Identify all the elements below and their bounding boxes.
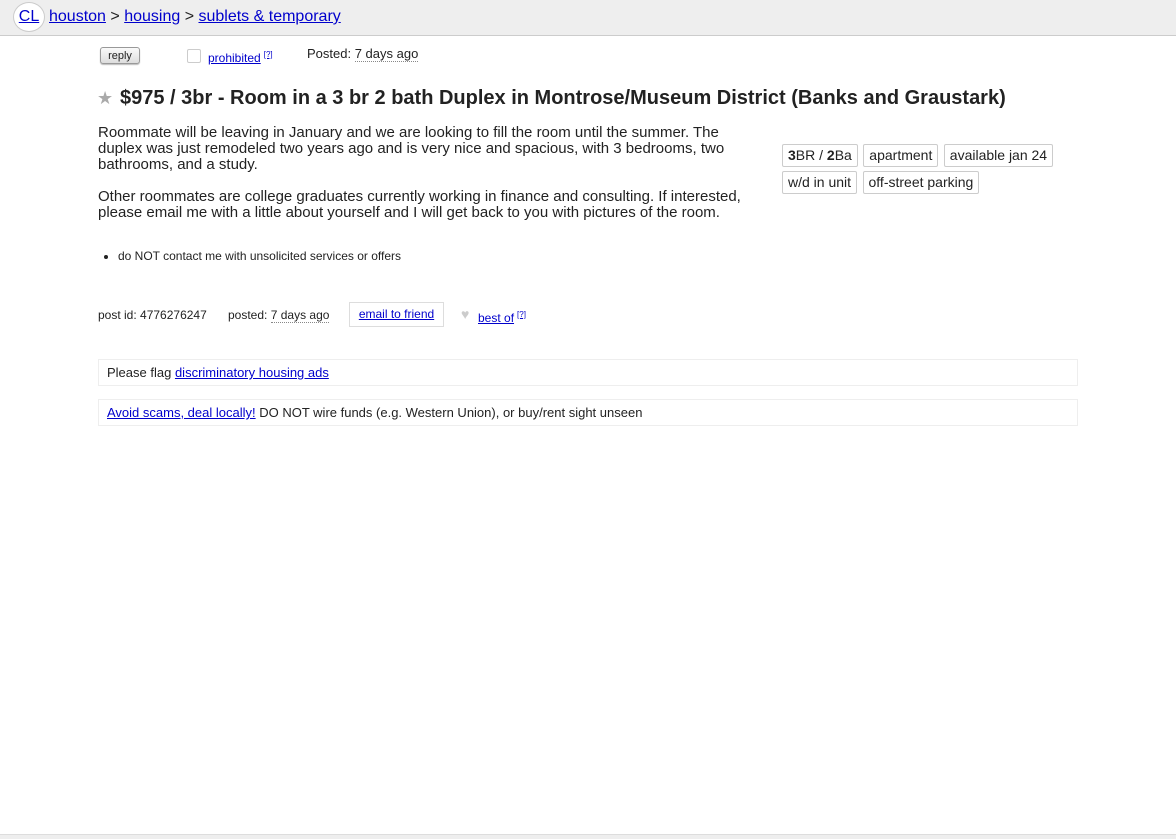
discriminatory-ads-link[interactable]: discriminatory housing ads	[175, 365, 329, 380]
flag-prohibited: prohibited [?]	[208, 47, 273, 66]
attr-parking: off-street parking	[862, 171, 980, 194]
bathroom-count: 2	[826, 147, 835, 163]
avoid-scams-link[interactable]: Avoid scams, deal locally!	[107, 405, 256, 420]
posted-label: Posted:	[307, 46, 352, 61]
email-to-friend-button[interactable]: email to friend	[349, 302, 444, 327]
breadcrumb: houston > housing > sublets & temporary	[49, 7, 341, 27]
breadcrumb-houston[interactable]: houston	[49, 8, 106, 25]
bedroom-count: 3	[788, 147, 796, 163]
flag-help-link[interactable]: [?]	[264, 50, 273, 59]
posted-label: posted:	[228, 308, 268, 322]
attr-bedbath: 3BR / 2Ba	[782, 144, 858, 167]
email-to-friend-link[interactable]: email to friend	[359, 307, 434, 321]
prohibited-link[interactable]: prohibited	[208, 51, 261, 65]
bathroom-unit: Ba	[834, 147, 852, 163]
posted-date: Posted: 7 days ago	[307, 46, 419, 62]
heart-icon[interactable]: ♥	[461, 306, 469, 322]
top-bar: CL houston > housing > sublets & tempora…	[0, 0, 1176, 36]
discrimination-notice: Please flag discriminatory housing ads	[98, 359, 1078, 386]
posting-body: Roommate will be leaving in January and …	[98, 125, 763, 237]
craigslist-logo[interactable]: CL	[13, 2, 45, 32]
posting-paragraph: Roommate will be leaving in January and …	[98, 124, 725, 173]
breadcrumb-sublets[interactable]: sublets & temporary	[198, 8, 340, 25]
posted-time: 7 days ago	[270, 308, 330, 323]
posted-time: 7 days ago	[354, 46, 419, 62]
posting-title: $975 / 3br - Room in a 3 br 2 bath Duple…	[120, 87, 1006, 109]
breadcrumb-housing[interactable]: housing	[124, 8, 180, 25]
attr-availability: available jan 24	[943, 144, 1054, 167]
bedroom-unit: BR /	[795, 147, 827, 163]
scam-notice-text: DO NOT wire funds (e.g. Western Union), …	[259, 405, 643, 420]
attr-laundry: w/d in unit	[782, 171, 858, 194]
posted-info: posted: 7 days ago	[228, 307, 330, 323]
notice-item: do NOT contact me with unsolicited servi…	[118, 248, 401, 264]
breadcrumb-separator: >	[184, 8, 195, 25]
best-of: best of [?]	[478, 307, 526, 326]
posting-paragraph: Other roommates are college graduates cu…	[98, 188, 741, 221]
best-of-link[interactable]: best of	[478, 311, 514, 325]
breadcrumb-separator: >	[110, 8, 120, 25]
star-icon[interactable]: ★	[97, 88, 113, 108]
attr-housing-type: apartment	[863, 144, 939, 167]
flag-notice-text: Please flag	[107, 365, 172, 380]
scam-notice: Avoid scams, deal locally! DO NOT wire f…	[98, 399, 1078, 426]
footer-divider	[0, 834, 1176, 839]
flag-checkbox[interactable]	[187, 49, 201, 63]
attribute-group: 3BR / 2Ba apartment available jan 24 w/d…	[782, 144, 1082, 198]
best-of-help-link[interactable]: [?]	[517, 310, 526, 319]
post-id: post id: 4776276247	[98, 308, 207, 322]
reply-button[interactable]: reply	[100, 47, 140, 64]
notices-list: do NOT contact me with unsolicited servi…	[98, 248, 401, 264]
